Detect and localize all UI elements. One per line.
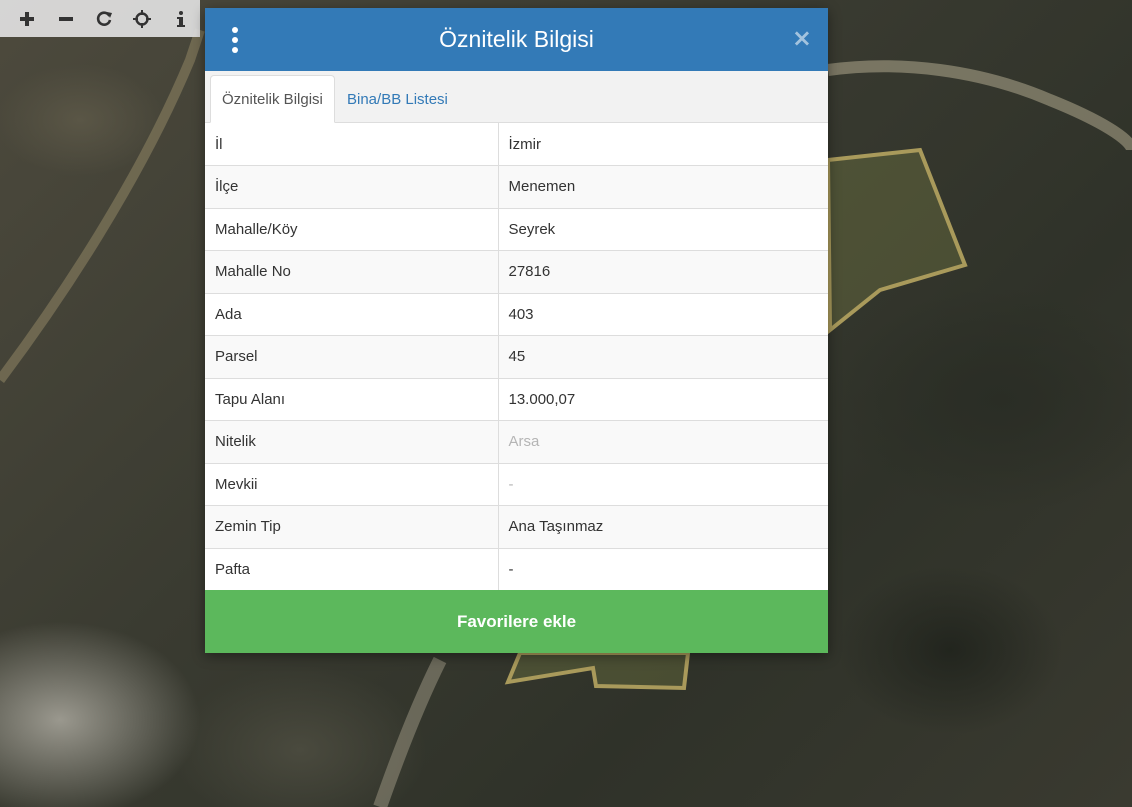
row-value: 45 (498, 335, 828, 378)
row-value: 403 (498, 292, 828, 336)
info-icon[interactable] (162, 0, 200, 37)
table-row: Mevkii - (205, 462, 828, 506)
zoom-out-icon[interactable] (46, 0, 84, 37)
row-key: Tapu Alanı (205, 377, 499, 421)
table-row: Nitelik Arsa (205, 420, 828, 463)
row-key: Ada (205, 292, 499, 336)
row-key: Mahalle/Köy (205, 207, 499, 251)
row-value: - (498, 547, 828, 591)
tab-building-list[interactable]: Bina/BB Listesi (336, 75, 459, 123)
refresh-icon[interactable] (85, 0, 123, 37)
table-row: Mahalle No 27816 (205, 250, 828, 293)
table-row: İlçe Menemen (205, 165, 828, 208)
row-key: İlçe (205, 165, 499, 208)
table-row: Zemin Tip Ana Taşınmaz (205, 505, 828, 548)
add-to-favorites-button[interactable]: Favorilere ekle (205, 590, 828, 653)
modal-title: Öznitelik Bilgisi (439, 26, 594, 52)
tab-attribute-info[interactable]: Öznitelik Bilgisi (210, 75, 335, 123)
table-row: Mahalle/Köy Seyrek (205, 207, 828, 251)
table-row: İl İzmir (205, 123, 828, 166)
row-value: - (498, 462, 828, 506)
table-row: Pafta - (205, 547, 828, 591)
tab-bar: Öznitelik Bilgisi Bina/BB Listesi (205, 71, 828, 123)
row-value: İzmir (508, 135, 542, 153)
locate-icon[interactable] (123, 0, 161, 37)
table-row: Ada 403 (205, 292, 828, 336)
zoom-in-icon[interactable] (8, 0, 46, 37)
row-key: Pafta (205, 547, 499, 591)
row-value: Arsa (498, 420, 828, 463)
row-value: 13.000,07 (498, 377, 828, 421)
row-key: İl (205, 123, 499, 166)
table-row: Tapu Alanı 13.000,07 (205, 377, 828, 421)
kebab-menu-icon[interactable] (227, 25, 243, 55)
road (0, 28, 205, 383)
row-value: 27816 (498, 250, 828, 293)
row-key: Zemin Tip (205, 505, 499, 548)
modal-header: Öznitelik Bilgisi × (205, 8, 828, 71)
table-row: Parsel 45 (205, 335, 828, 378)
road (827, 60, 1132, 152)
attribute-table: İl İzmir İlçe Menemen Mahalle/Köy Seyrek… (205, 123, 828, 591)
parcel-outline[interactable] (825, 147, 968, 335)
row-value: Seyrek (498, 207, 828, 251)
row-value: Ana Taşınmaz (498, 505, 828, 548)
map-toolbar (0, 0, 200, 37)
close-icon[interactable]: × (792, 26, 812, 50)
row-value: Menemen (498, 165, 828, 208)
row-key: Parsel (205, 335, 499, 378)
row-key: Mahalle No (205, 250, 499, 293)
parcel-outline[interactable] (504, 651, 691, 691)
row-key: Nitelik (205, 420, 499, 463)
row-key: Mevkii (205, 462, 499, 506)
attribute-info-modal: Öznitelik Bilgisi × Öznitelik Bilgisi Bi… (205, 8, 828, 653)
road (373, 656, 447, 807)
